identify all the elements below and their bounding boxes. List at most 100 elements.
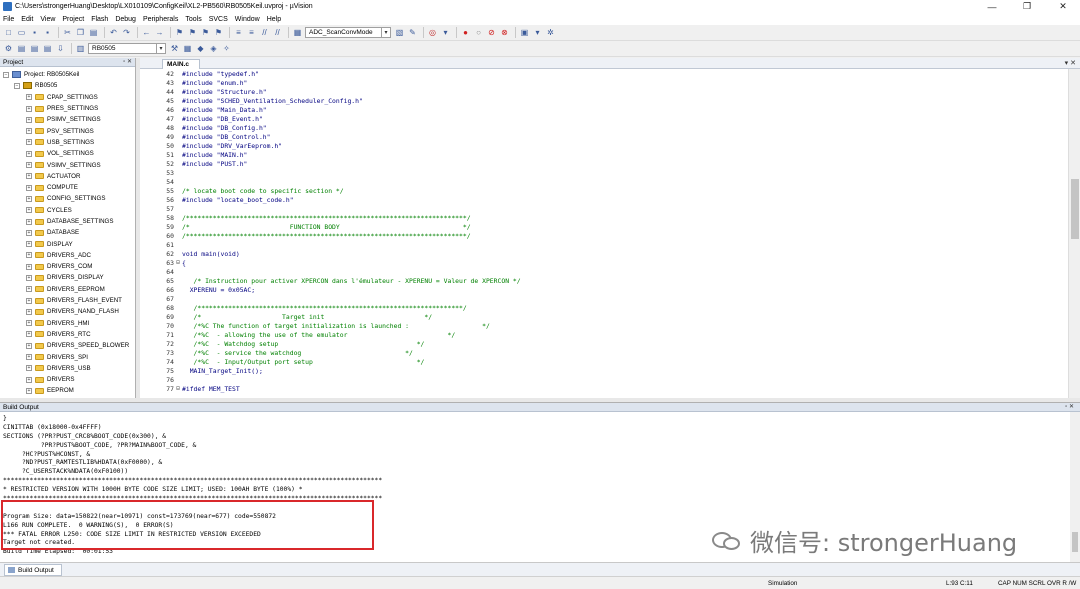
collapse-icon[interactable]: − (3, 71, 9, 78)
menu-file[interactable]: File (3, 16, 14, 23)
expand-icon[interactable]: + (26, 354, 32, 361)
collapse-icon[interactable]: − (14, 82, 20, 89)
chevron-down-icon[interactable]: ▾ (532, 27, 543, 38)
paste-icon[interactable]: ▤ (88, 27, 99, 38)
tree-folder[interactable]: + PRES_SETTINGS (0, 103, 135, 114)
disable-all-breakpoints-icon[interactable]: ⊗ (499, 27, 510, 38)
menu-tools[interactable]: Tools (185, 16, 201, 23)
download-icon[interactable]: ⇩ (55, 43, 66, 54)
expand-icon[interactable]: + (26, 308, 32, 315)
tree-root[interactable]: − Project: RB0505Keil (0, 69, 135, 80)
stop-build-icon[interactable]: ▥ (75, 43, 86, 54)
event-recorder-icon[interactable]: ✧ (221, 43, 232, 54)
tree-folder[interactable]: + VOL_SETTINGS (0, 148, 135, 159)
indent-icon[interactable]: ≡ (233, 27, 244, 38)
panel-controls[interactable]: ▫ ✕ (123, 58, 132, 65)
expand-icon[interactable]: + (26, 387, 32, 394)
unindent-icon[interactable]: ≡ (246, 27, 257, 38)
rebuild-icon[interactable]: ▤ (29, 43, 40, 54)
undo-icon[interactable]: ↶ (108, 27, 119, 38)
tab-main-c[interactable]: MAIN.c (162, 59, 200, 69)
expand-icon[interactable]: + (26, 286, 32, 293)
code-line[interactable]: 76 (140, 375, 1068, 384)
expand-icon[interactable]: + (26, 241, 32, 248)
code-line[interactable]: 57 (140, 204, 1068, 213)
expand-icon[interactable]: + (26, 218, 32, 225)
minimize-button[interactable]: — (975, 0, 1009, 13)
menu-project[interactable]: Project (62, 16, 84, 23)
tab-controls[interactable]: ▾ ✕ (1065, 59, 1076, 67)
nav-back-icon[interactable]: ← (141, 27, 152, 38)
tree-folder[interactable]: + PSV_SETTINGS (0, 125, 135, 136)
code-line[interactable]: 51 #include "MAIN.h" (140, 150, 1068, 159)
tree-folder[interactable]: + DRIVERS_EEPROM (0, 284, 135, 295)
tree-folder[interactable]: + DATABASE_SETTINGS (0, 216, 135, 227)
breakpoint-icon[interactable]: ● (460, 27, 471, 38)
incremental-find-icon[interactable]: ✎ (407, 27, 418, 38)
chevron-down-icon[interactable]: ▾ (440, 27, 451, 38)
code-line[interactable]: 64 (140, 267, 1068, 276)
code-line[interactable]: 61 (140, 240, 1068, 249)
uncomment-icon[interactable]: // (272, 27, 283, 38)
menu-help[interactable]: Help (267, 16, 281, 23)
expand-icon[interactable]: + (26, 184, 32, 191)
panel-controls[interactable]: ▫ ✕ (1065, 403, 1074, 410)
code-line[interactable]: 74 /*%C - Input/Output port setup */ (140, 357, 1068, 366)
code-line[interactable]: 60 /*************************************… (140, 231, 1068, 240)
configure-icon[interactable]: ✲ (545, 27, 556, 38)
expand-icon[interactable]: + (26, 195, 32, 202)
expand-icon[interactable]: + (26, 297, 32, 304)
code-line[interactable]: 55 /* locate boot code to specific sectio… (140, 186, 1068, 195)
menu-flash[interactable]: Flash (91, 16, 108, 23)
editor-scrollbar[interactable] (1068, 69, 1080, 398)
expand-icon[interactable]: + (26, 139, 32, 146)
translate-icon[interactable]: ⚙ (3, 43, 14, 54)
copy-icon[interactable]: ❐ (75, 27, 86, 38)
redo-icon[interactable]: ↷ (121, 27, 132, 38)
code-line[interactable]: 50 #include "DRV_VarEeprom.h" (140, 141, 1068, 150)
target-options-icon[interactable]: ⚒ (169, 43, 180, 54)
code-line[interactable]: 66 XPERENU = 0x05AC; (140, 285, 1068, 294)
find-in-files-icon[interactable]: ▦ (292, 27, 303, 38)
code-line[interactable]: 71 /*%C - allowing the use of the emulat… (140, 330, 1068, 339)
tree-folder[interactable]: + CPAP_SETTINGS (0, 92, 135, 103)
tree-folder[interactable]: + PSIMV_SETTINGS (0, 114, 135, 125)
nav-forward-icon[interactable]: → (154, 27, 165, 38)
code-line[interactable]: 69 /* Target init */ (140, 312, 1068, 321)
code-area[interactable]: 42 #include "typedef.h" 43 #include "enum.h… (140, 69, 1068, 398)
prev-bookmark-icon[interactable]: ⚑ (187, 27, 198, 38)
code-line[interactable]: 59 /* FUNCTION BODY */ (140, 222, 1068, 231)
scrollbar-thumb[interactable] (1072, 532, 1078, 552)
tree-folder[interactable]: + DRIVERS_FLASH_EVENT (0, 295, 135, 306)
code-line[interactable]: 49 #include "DB_Control.h" (140, 132, 1068, 141)
save-all-icon[interactable]: ▪ (42, 27, 53, 38)
tree-folder[interactable]: + DISPLAY (0, 238, 135, 249)
code-line[interactable]: 56 #include "locate_boot_code.h" (140, 195, 1068, 204)
new-file-icon[interactable]: □ (3, 27, 14, 38)
code-line[interactable]: 48 #include "DB_Config.h" (140, 123, 1068, 132)
chevron-down-icon[interactable]: ▾ (156, 44, 165, 53)
code-line[interactable]: 46 #include "Main_Data.h" (140, 105, 1068, 114)
tree-folder[interactable]: + DRIVERS_DISPLAY (0, 272, 135, 283)
expand-icon[interactable]: + (26, 150, 32, 157)
bookmark-icon[interactable]: ⚑ (174, 27, 185, 38)
tree-target[interactable]: − RB0505 (0, 80, 135, 91)
expand-icon[interactable]: + (26, 252, 32, 259)
expand-icon[interactable]: + (26, 116, 32, 123)
expand-icon[interactable]: + (26, 173, 32, 180)
cut-icon[interactable]: ✂ (62, 27, 73, 38)
menu-view[interactable]: View (40, 16, 55, 23)
code-line[interactable]: 63 ⊟{ (140, 258, 1068, 267)
file-extensions-icon[interactable]: ▦ (182, 43, 193, 54)
expand-icon[interactable]: + (26, 94, 32, 101)
tree-folder[interactable]: + DRIVERS_SPEED_BLOWER (0, 340, 135, 351)
menu-peripherals[interactable]: Peripherals (143, 16, 178, 23)
scrollbar-thumb[interactable] (1071, 179, 1079, 239)
save-icon[interactable]: ▪ (29, 27, 40, 38)
tree-folder[interactable]: + COMPUTE (0, 182, 135, 193)
expand-icon[interactable]: + (26, 274, 32, 281)
code-line[interactable]: 45 #include "SCHED_Ventilation_Scheduler_… (140, 96, 1068, 105)
code-line[interactable]: 52 #include "PUST.h" (140, 159, 1068, 168)
code-line[interactable]: 62 void main(void) (140, 249, 1068, 258)
code-line[interactable]: 75 MAIN_Target_Init(); (140, 366, 1068, 375)
